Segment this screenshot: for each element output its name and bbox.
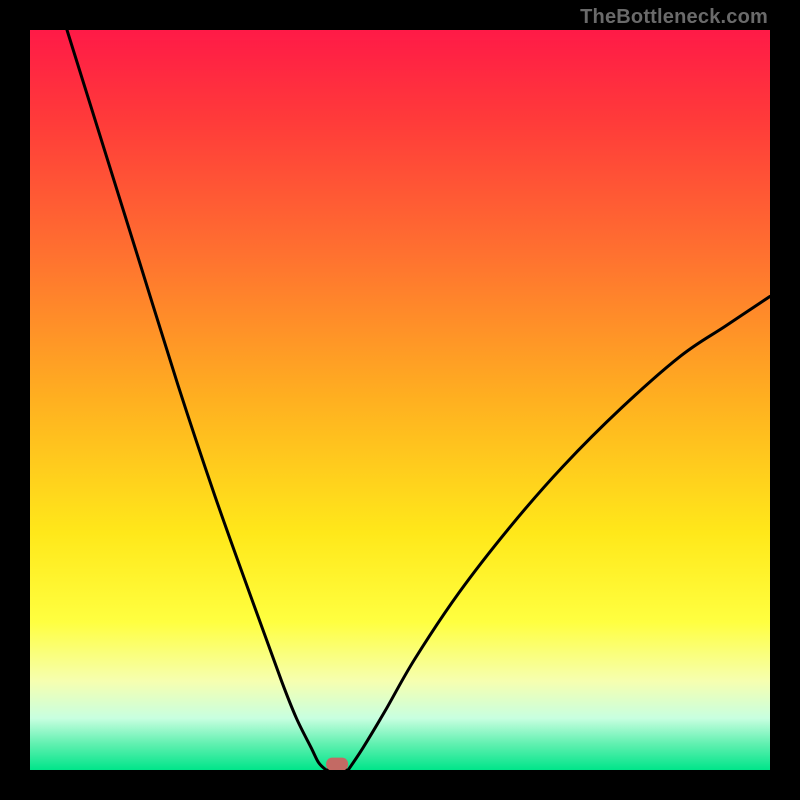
optimum-marker [326,758,348,770]
watermark-text: TheBottleneck.com [580,6,768,29]
bottleneck-chart [30,30,770,770]
chart-frame: TheBottleneck.com [0,0,800,800]
gradient-background [30,30,770,770]
plot-area [30,30,770,770]
